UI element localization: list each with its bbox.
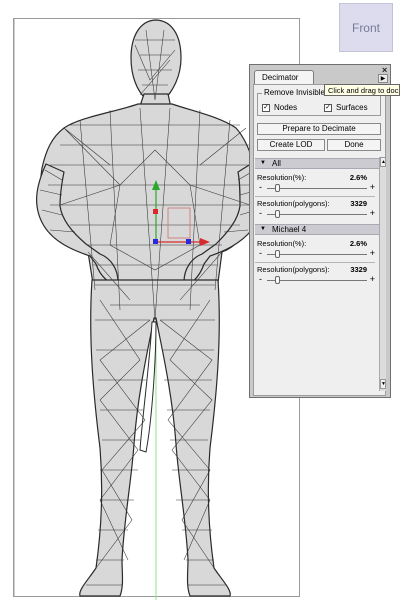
section-header-all[interactable]: ▼ All (255, 158, 379, 169)
slider-track[interactable] (267, 188, 367, 189)
collapse-arrow-icon[interactable]: ▼ (260, 159, 266, 168)
scroll-down-icon[interactable]: ▼ (380, 379, 386, 389)
slider-track[interactable] (267, 254, 367, 255)
resolution-polygons-slider[interactable]: - + (257, 209, 375, 219)
increment-icon[interactable]: + (370, 183, 375, 192)
decrement-icon[interactable]: - (259, 209, 262, 218)
resolution-percent-slider[interactable]: - + (257, 249, 375, 259)
nodes-label: Nodes (274, 103, 298, 112)
resolution-percent-value[interactable]: 2.6% (350, 173, 367, 182)
camera-front-button[interactable]: Front (339, 3, 393, 52)
palette-tab-decimator[interactable]: Decimator (254, 70, 314, 84)
create-lod-button[interactable]: Create LOD (257, 139, 325, 151)
slider-knob[interactable] (275, 210, 280, 218)
prepare-to-decimate-button[interactable]: Prepare to Decimate (257, 123, 381, 135)
palette-scrollbar[interactable]: ▲ ▼ (379, 157, 386, 391)
palette-body: Remove Invisible ✓ Nodes ✓ Surfaces Prep… (253, 84, 386, 396)
decimator-palette[interactable]: Decimator × ▶ Remove Invisible ✓ Nodes ✓… (249, 64, 391, 398)
dock-tooltip: Click and drag to doc (324, 84, 400, 96)
surfaces-label: Surfaces (336, 103, 368, 112)
remove-invisible-group: Remove Invisible ✓ Nodes ✓ Surfaces (257, 88, 381, 116)
resolution-polygons-slider[interactable]: - + (257, 275, 375, 285)
resolution-percent-label: Resolution(%): (257, 239, 307, 248)
increment-icon[interactable]: + (370, 249, 375, 258)
scroll-up-icon[interactable]: ▲ (380, 157, 386, 167)
section-name: All (272, 159, 281, 168)
resolution-polygons-value[interactable]: 3329 (350, 199, 367, 208)
surfaces-checkbox[interactable]: ✓ (324, 104, 332, 112)
resolution-percent-slider[interactable]: - + (257, 183, 375, 193)
increment-icon[interactable]: + (370, 275, 375, 284)
divider (255, 196, 375, 197)
decrement-icon[interactable]: - (259, 275, 262, 284)
section-header-michael-4[interactable]: ▼ Michael 4 (255, 224, 379, 235)
nodes-checkbox[interactable]: ✓ (262, 104, 270, 112)
palette-menu-arrow-icon[interactable]: ▶ (378, 74, 388, 83)
decimator-list: ▼ All Resolution(%): 2.6% - + Resolution… (255, 157, 379, 391)
increment-icon[interactable]: + (370, 209, 375, 218)
figure-head (130, 19, 182, 101)
slider-track[interactable] (267, 280, 367, 281)
palette-title-row[interactable]: Decimator × ▶ (250, 65, 390, 85)
slider-knob[interactable] (275, 184, 280, 192)
resolution-polygons-value[interactable]: 3329 (350, 265, 367, 274)
divider (255, 262, 375, 263)
resolution-polygons-label: Resolution(polygons): (257, 265, 330, 274)
resolution-polygons-label: Resolution(polygons): (257, 199, 330, 208)
collapse-arrow-icon[interactable]: ▼ (260, 225, 266, 234)
remove-invisible-label: Remove Invisible (262, 88, 327, 98)
done-button[interactable]: Done (327, 139, 381, 151)
figure-silhouette (36, 19, 263, 597)
resolution-percent-value[interactable]: 2.6% (350, 239, 367, 248)
slider-knob[interactable] (275, 276, 280, 284)
slider-knob[interactable] (275, 250, 280, 258)
decrement-icon[interactable]: - (259, 183, 262, 192)
camera-front-label: Front (351, 20, 380, 35)
resolution-percent-label: Resolution(%): (257, 173, 307, 182)
slider-track[interactable] (267, 214, 367, 215)
decrement-icon[interactable]: - (259, 249, 262, 258)
section-name: Michael 4 (272, 225, 307, 234)
